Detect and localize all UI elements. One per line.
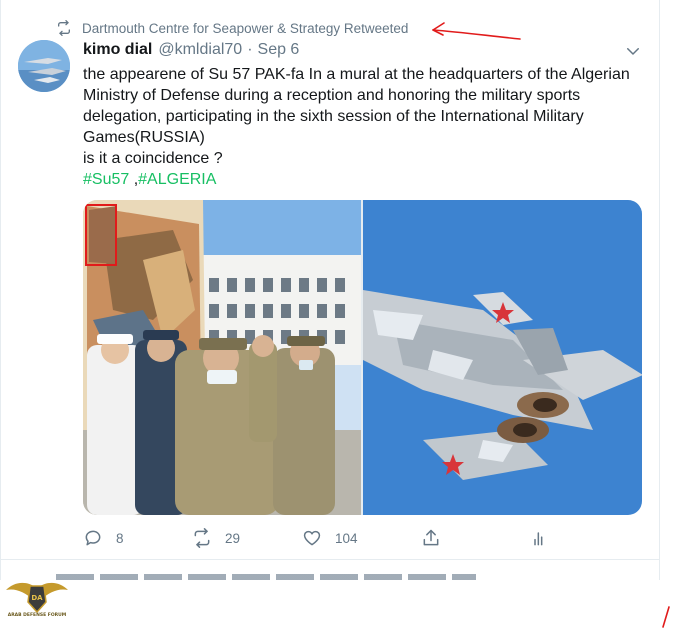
chevron-down-icon[interactable] <box>624 42 642 60</box>
retweet-context-label: Dartmouth Centre for Seapower & Strategy… <box>82 20 409 36</box>
display-name[interactable]: kimo dial <box>83 41 152 59</box>
hashtag-su57[interactable]: #Su57 <box>83 171 129 188</box>
analytics-icon <box>534 532 543 546</box>
tweet-media <box>83 200 642 515</box>
user-handle[interactable]: @kmldial70 <box>158 41 242 59</box>
retweet-icon <box>194 528 210 548</box>
share-button[interactable] <box>421 527 441 549</box>
avatar[interactable] <box>18 40 70 92</box>
annotation-corner-stroke <box>662 606 670 628</box>
like-button[interactable]: 104 <box>302 527 358 549</box>
reply-icon <box>85 530 101 546</box>
tweet-divider <box>0 559 660 560</box>
reply-button[interactable]: 8 <box>83 527 124 549</box>
hashtag-separator: , <box>129 171 139 188</box>
reply-count: 8 <box>116 530 124 546</box>
tweet-actions: 8 29 104 <box>83 527 563 549</box>
avatar-image <box>18 40 70 92</box>
retweet-button[interactable]: 29 <box>192 527 240 549</box>
next-tweet-retweet-label-cropped <box>56 574 476 580</box>
timeline-border-right <box>659 0 660 580</box>
photo-su57-jet[interactable] <box>363 200 642 515</box>
share-icon <box>423 529 439 546</box>
retweet-count: 29 <box>225 530 241 546</box>
photo-ceremony[interactable] <box>83 200 361 515</box>
tweet-header: kimo dial @kmldial70 · Sep 6 <box>83 41 299 59</box>
analytics-button[interactable] <box>530 527 550 549</box>
svg-text:DA: DA <box>31 594 43 602</box>
header-separator: · <box>247 41 253 58</box>
watermark-title: ARAB DEFENSE FORUM <box>7 613 67 618</box>
tweet-text-body: the appearene of Su 57 PAK-fa In a mural… <box>83 66 630 146</box>
tweet-text: the appearene of Su 57 PAK-fa In a mural… <box>83 64 643 190</box>
like-icon <box>303 530 321 546</box>
retweet-context[interactable]: Dartmouth Centre for Seapower & Strategy… <box>56 18 408 38</box>
tweet-date[interactable]: Sep 6 <box>258 41 300 59</box>
arab-defense-forum-logo: DA ARAB DEFENSE FORUM <box>4 578 70 630</box>
hashtag-algeria[interactable]: #ALGERIA <box>138 171 216 188</box>
next-tweet-retweet-context[interactable] <box>56 572 476 580</box>
hashtags: #Su57 ,#ALGERIA <box>83 169 643 190</box>
timeline-border-left <box>0 0 1 580</box>
retweet-icon <box>58 20 70 36</box>
annotation-arrow <box>432 22 521 40</box>
like-count: 104 <box>335 530 358 546</box>
tweet-text-question: is it a coincidence ? <box>83 150 223 167</box>
